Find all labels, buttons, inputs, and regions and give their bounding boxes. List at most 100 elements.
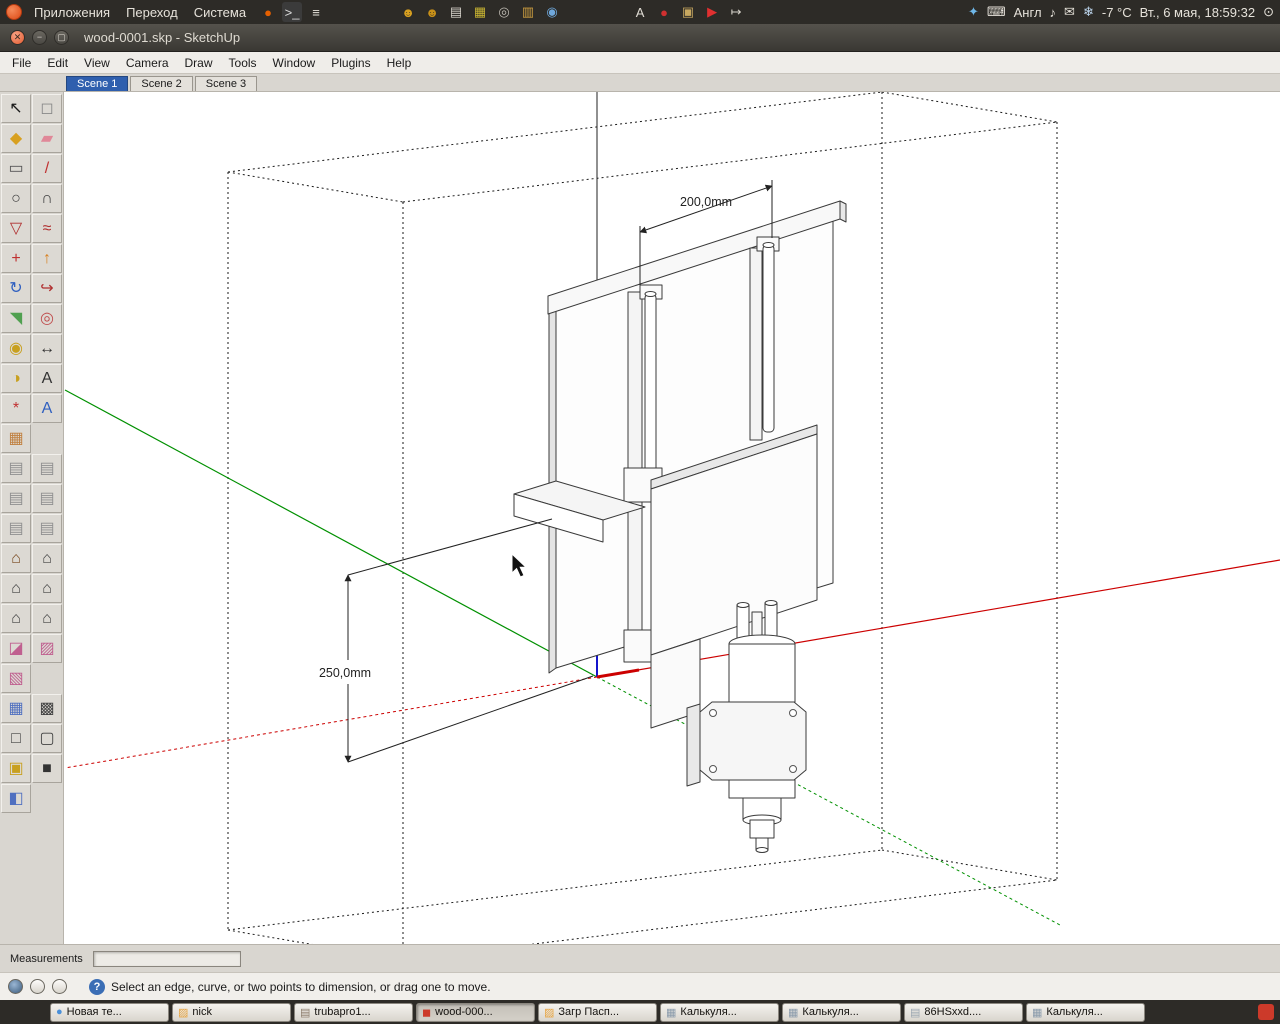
window-maximize-button[interactable]: ▢ [54, 30, 69, 45]
taskbar-item[interactable]: ▨ nick [172, 1002, 291, 1022]
polygon-tool[interactable]: ▽ [1, 214, 31, 243]
top-menu-item-2[interactable]: Переход [118, 5, 186, 20]
users-icon[interactable]: ☻ [398, 2, 418, 22]
style-shaded-button[interactable]: ▣ [1, 754, 31, 783]
packages-icon[interactable]: ▦ [470, 2, 490, 22]
status-credits-icon[interactable] [30, 979, 45, 994]
arc-tool[interactable]: ∩ [32, 184, 62, 213]
terminal-icon[interactable]: >_ [282, 2, 303, 22]
menu-help[interactable]: Help [379, 55, 420, 71]
model-geometry[interactable] [513, 200, 847, 853]
weather-snow-icon[interactable]: ❄ [1083, 4, 1094, 20]
freehand-tool[interactable]: ≈ [32, 214, 62, 243]
select-tool[interactable]: ↖ [1, 94, 31, 123]
taskbar-item[interactable]: ▤ trubapro1... [294, 1002, 413, 1022]
volume-icon[interactable]: ♪ [1050, 5, 1057, 20]
push-pull-tool[interactable]: ↑ [32, 244, 62, 273]
status-signin-icon[interactable] [52, 979, 67, 994]
distributor-logo-icon[interactable] [6, 4, 22, 20]
taskbar-item[interactable]: ◼ wood-000... [416, 1002, 535, 1022]
taskbar-item[interactable]: ▤ 86HSxxd.... [904, 1002, 1023, 1022]
section-cut-toggle[interactable]: ▧ [1, 664, 31, 693]
scene-tab-1[interactable]: Scene 1 [66, 76, 129, 91]
power-icon[interactable]: ⊙ [1263, 4, 1274, 20]
menu-plugins[interactable]: Plugins [323, 55, 378, 71]
menu-camera[interactable]: Camera [118, 55, 177, 71]
taskbar-item[interactable]: ▨ Загр Пасп... [538, 1002, 657, 1022]
viewport-canvas[interactable]: 200,0mm 250,0mm [64, 92, 1280, 944]
weather-text[interactable]: -7 °C [1102, 5, 1132, 20]
circle-tool[interactable]: ○ [1, 184, 31, 213]
network-indicator-icon[interactable]: ✦ [968, 4, 979, 20]
stamp-icon[interactable]: ▣ [678, 2, 698, 22]
plugin-copy-tool-2[interactable]: ▤ [32, 454, 62, 483]
axes-tool[interactable]: * [1, 394, 31, 423]
view-iso-button[interactable]: ⌂ [1, 544, 31, 573]
menu-file[interactable]: File [4, 55, 39, 71]
status-globe-icon[interactable] [8, 979, 23, 994]
view-front-button[interactable]: ⌂ [1, 574, 31, 603]
line-tool[interactable]: / [32, 154, 62, 183]
plugin-box-tool[interactable]: ▦ [1, 424, 31, 453]
measurements-input[interactable] [92, 950, 241, 967]
chromium-icon[interactable]: ◉ [542, 2, 562, 22]
style-hidden-line-button[interactable]: ▢ [32, 724, 62, 753]
menu-view[interactable]: View [76, 55, 118, 71]
tape-measure-tool[interactable]: ◉ [1, 334, 31, 363]
make-component-tool[interactable]: ◻ [32, 94, 62, 123]
taskbar-item[interactable]: ▦ Калькуля... [660, 1002, 779, 1022]
section-plane-tool[interactable]: ◪ [1, 634, 31, 663]
keyboard-layout-icon[interactable]: ⌨ [987, 4, 1006, 20]
taskbar-item[interactable]: ▦ Калькуля... [1026, 1002, 1145, 1022]
archive-icon[interactable]: ▥ [518, 2, 538, 22]
taskbar-item[interactable]: ● Новая те... [50, 1002, 169, 1022]
top-menu-item-1[interactable]: Приложения [26, 5, 118, 20]
text-editor-icon[interactable]: ≡ [306, 2, 326, 22]
media-icon[interactable]: ● [654, 2, 674, 22]
plugin-copy-tool-1[interactable]: ▤ [1, 454, 31, 483]
scene-tab-2[interactable]: Scene 2 [130, 76, 193, 91]
rotate-tool[interactable]: ↻ [1, 274, 31, 303]
plugin-copy-tool-4[interactable]: ▤ [32, 484, 62, 513]
style-xray-button[interactable]: ▦ [1, 694, 31, 723]
notes-icon[interactable]: ▤ [446, 2, 466, 22]
window-close-button[interactable]: ✕ [10, 30, 25, 45]
plugin-copy-tool-3[interactable]: ▤ [1, 484, 31, 513]
plugin-copy-tool-6[interactable]: ▤ [32, 514, 62, 543]
share-icon[interactable]: ↦ [726, 2, 746, 22]
text-tool[interactable]: A [32, 364, 62, 393]
window-minimize-button[interactable]: − [32, 30, 47, 45]
firefox-icon[interactable]: ● [258, 2, 278, 22]
section-display-toggle[interactable]: ▨ [32, 634, 62, 663]
help-icon[interactable]: ? [89, 978, 105, 995]
tray-icon[interactable] [1258, 1004, 1274, 1020]
view-left-button[interactable]: ⌂ [32, 604, 62, 633]
window-titlebar[interactable]: ✕ − ▢ wood-0001.skp - SketchUp [0, 24, 1280, 52]
player-icon[interactable]: ▶ [702, 2, 722, 22]
mail-icon[interactable]: ✉ [1064, 4, 1075, 20]
view-top-button[interactable]: ⌂ [32, 544, 62, 573]
view-right-button[interactable]: ⌂ [32, 574, 62, 603]
style-monochrome-button[interactable]: ◧ [1, 784, 31, 813]
fonts-icon[interactable]: A [630, 2, 650, 22]
style-back-edges-button[interactable]: ▩ [32, 694, 62, 723]
paint-bucket-tool[interactable]: ◆ [1, 124, 31, 153]
menu-tools[interactable]: Tools [221, 55, 265, 71]
rectangle-tool[interactable]: ▭ [1, 154, 31, 183]
protractor-tool[interactable]: ◑ [1, 364, 31, 393]
style-shaded-textures-button[interactable]: ■ [32, 754, 62, 783]
top-menu-item-3[interactable]: Система [186, 5, 254, 20]
keyboard-layout-label[interactable]: Англ [1014, 5, 1042, 20]
menu-draw[interactable]: Draw [177, 55, 221, 71]
offset-tool[interactable]: ◎ [32, 304, 62, 333]
scene-tab-3[interactable]: Scene 3 [194, 76, 258, 91]
view-back-button[interactable]: ⌂ [1, 604, 31, 633]
dimension-tool[interactable]: ↔ [32, 334, 62, 363]
plugin-copy-tool-5[interactable]: ▤ [1, 514, 31, 543]
scale-tool[interactable]: ◥ [1, 304, 31, 333]
disc-burner-icon[interactable]: ◎ [494, 2, 514, 22]
eraser-tool[interactable]: ▰ [32, 124, 62, 153]
dimension-height-label[interactable]: 250,0mm [319, 666, 371, 680]
move-tool[interactable]: + [1, 244, 31, 273]
taskbar-item[interactable]: ▦ Калькуля... [782, 1002, 901, 1022]
